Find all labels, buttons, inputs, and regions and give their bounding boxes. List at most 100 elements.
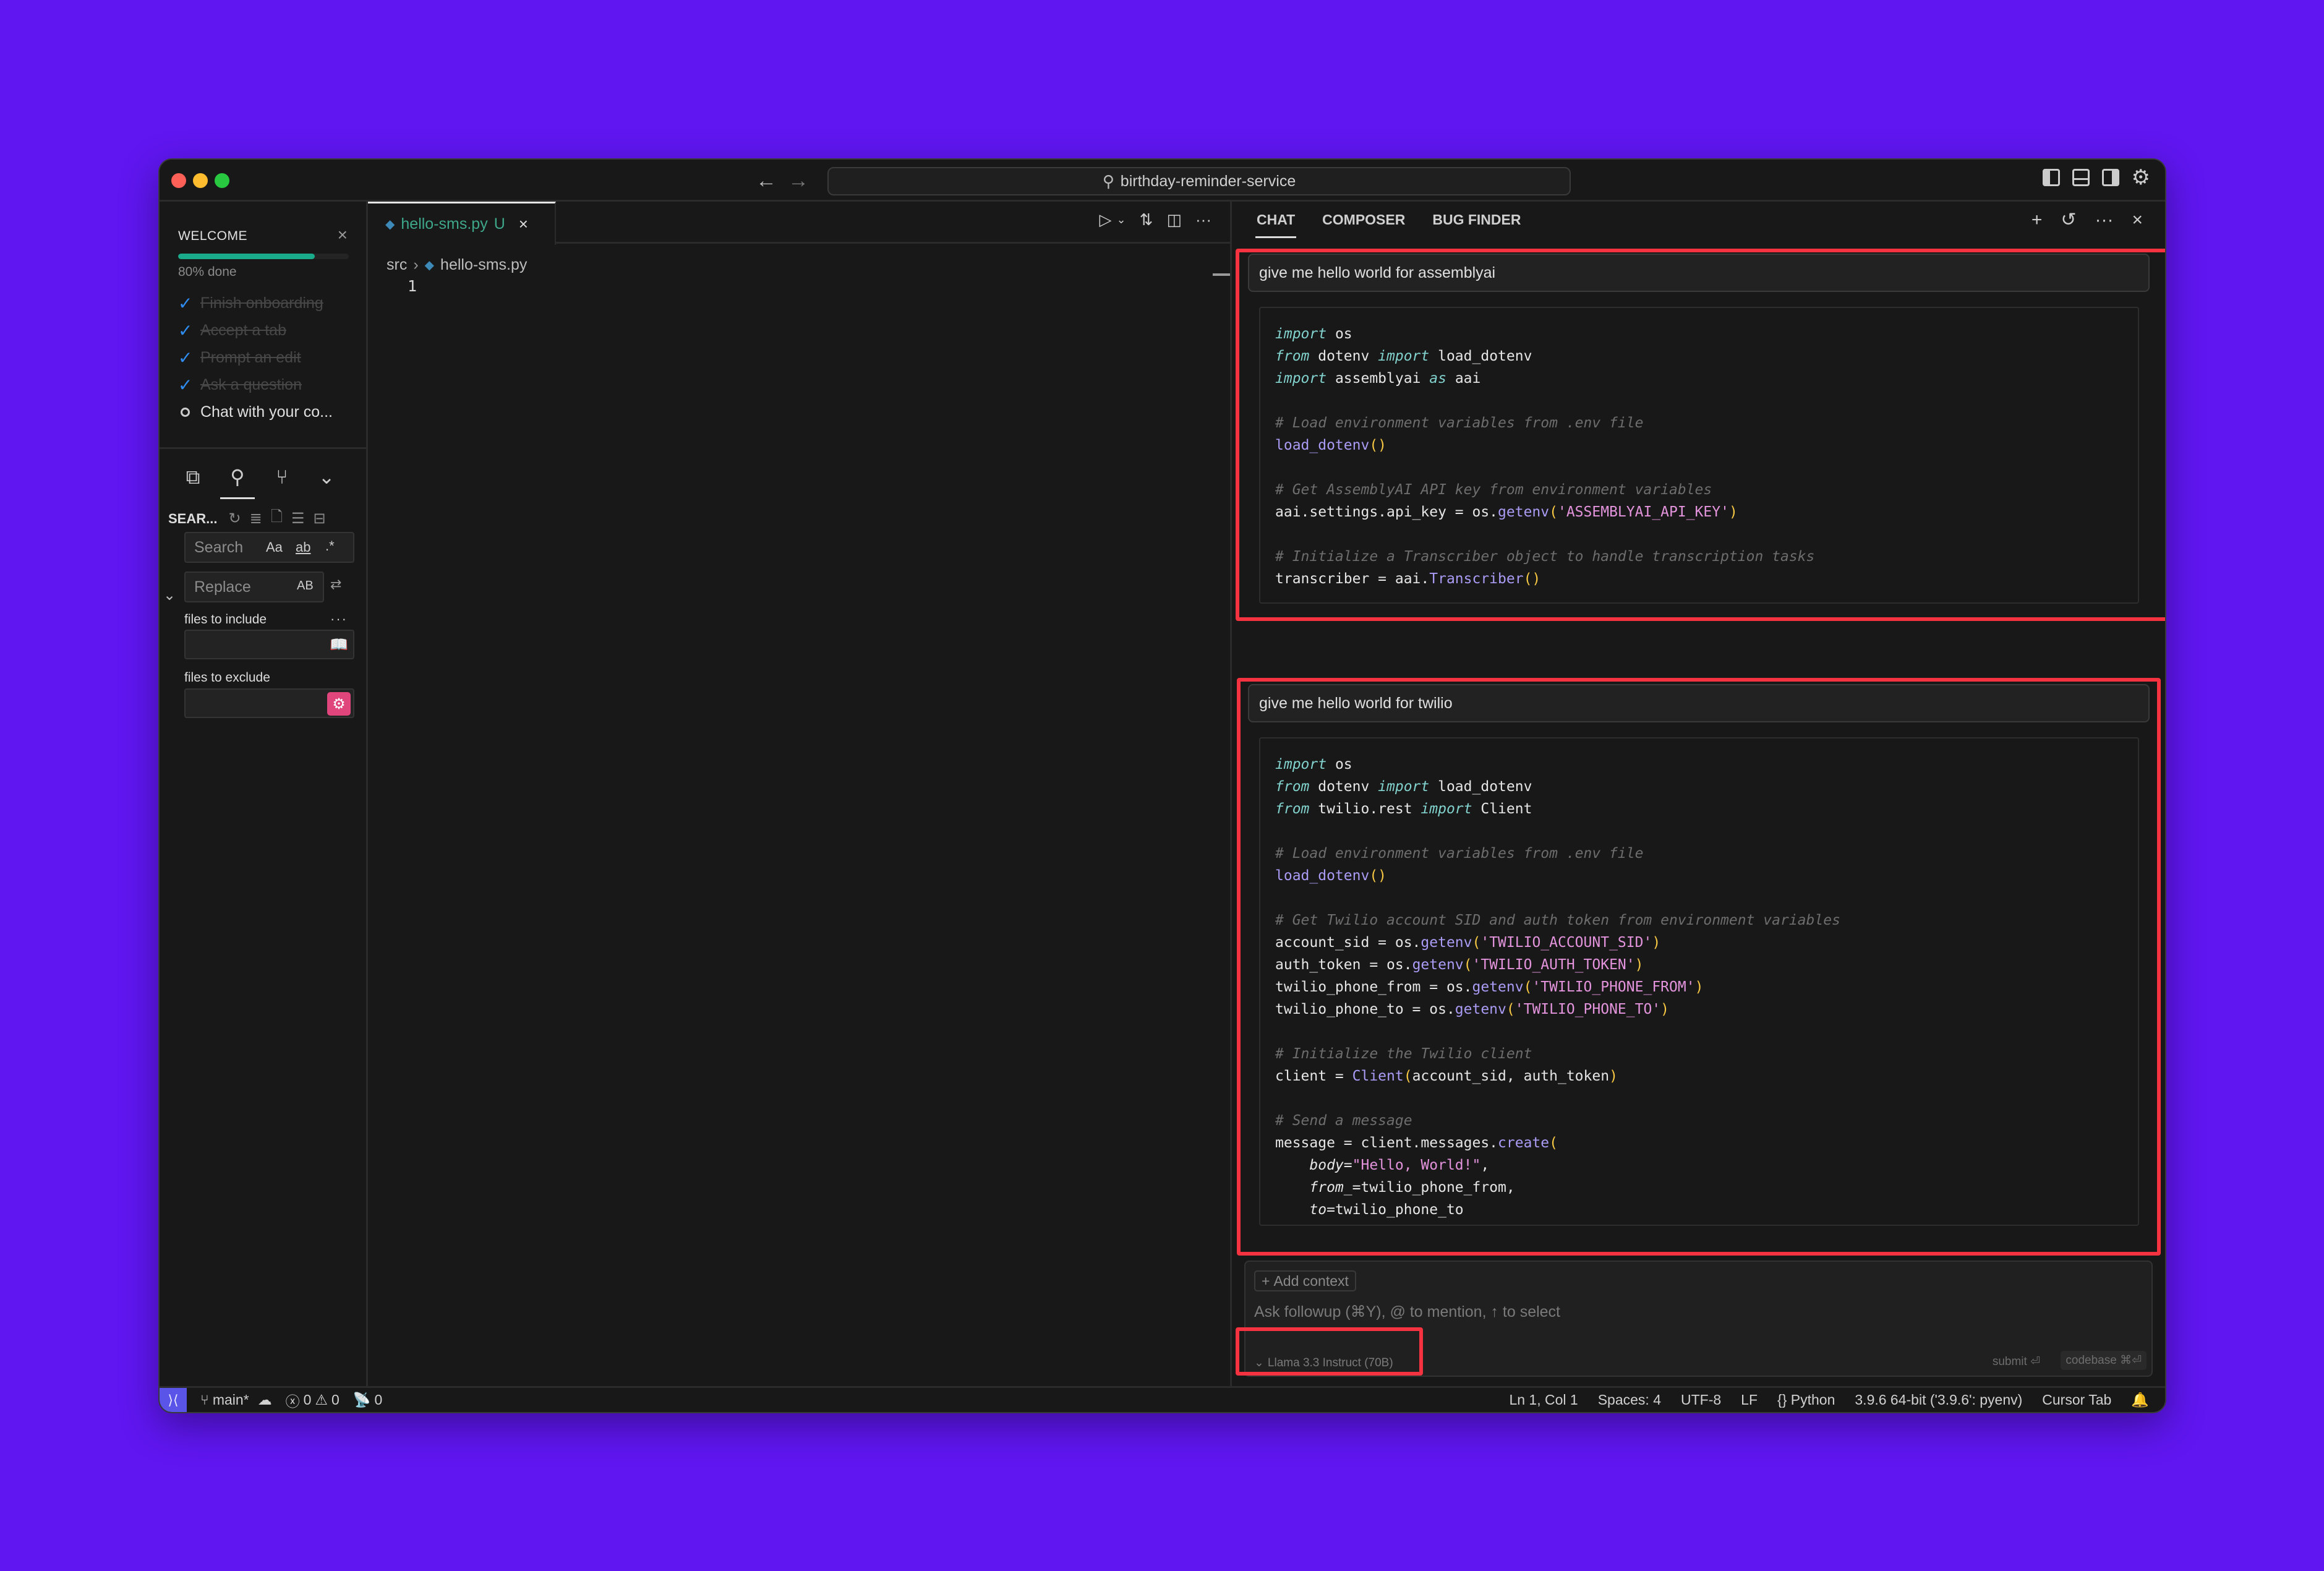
- command-center-search[interactable]: ⚲ birthday-reminder-service: [827, 167, 1571, 195]
- close-icon[interactable]: ×: [338, 225, 348, 245]
- open-editors-only-icon[interactable]: 📖: [330, 636, 348, 654]
- explorer-icon[interactable]: ⧉: [183, 464, 203, 489]
- toggle-panel-icon[interactable]: [2072, 169, 2090, 186]
- new-search-editor-icon[interactable]: 🗋: [271, 506, 283, 531]
- replace-all-icon[interactable]: ⇄: [330, 576, 341, 593]
- indentation[interactable]: Spaces: 4: [1598, 1392, 1661, 1408]
- refresh-icon[interactable]: ↻: [228, 510, 241, 528]
- bell-icon[interactable]: 🔔: [2131, 1392, 2149, 1408]
- onboarding-step[interactable]: ✓ Finish onboarding: [178, 289, 333, 317]
- toggle-replace-chevron-icon[interactable]: ⌄: [163, 586, 176, 604]
- remote-indicator[interactable]: ⟩⟨: [160, 1388, 187, 1412]
- ports-indicator[interactable]: 📡 0: [353, 1392, 382, 1408]
- onboarding-step[interactable]: ✓ Accept a tab: [178, 317, 333, 344]
- python-file-icon: ◆: [424, 259, 435, 272]
- encoding[interactable]: UTF-8: [1681, 1392, 1721, 1408]
- code-line: # Get AssemblyAI API key from environmen…: [1275, 482, 1712, 498]
- onboarding-steps: ✓ Finish onboarding ✓ Accept a tab ✓ Prompt a…: [178, 289, 333, 426]
- run-dropdown-chevron-icon[interactable]: ⌄: [1117, 213, 1126, 226]
- files-to-include-input[interactable]: 📖: [184, 630, 354, 659]
- add-context-button[interactable]: + Add context: [1254, 1270, 1356, 1291]
- step-label: Chat with your co...: [200, 403, 333, 421]
- line-ending[interactable]: LF: [1741, 1392, 1758, 1408]
- ide-window: ← → ⚲ birthday-reminder-service ⚙ WELCOM…: [158, 158, 2166, 1413]
- more-actions-icon[interactable]: ···: [1195, 210, 1211, 229]
- source-control-icon[interactable]: ⑂: [272, 464, 292, 489]
- regex-toggle[interactable]: .*: [325, 538, 335, 554]
- cursor-tab[interactable]: Cursor Tab: [2042, 1392, 2111, 1408]
- breadcrumb-file[interactable]: hello-sms.py: [440, 256, 527, 274]
- code-line: twilio_phone_from = os.getenv('TWILIO_PH…: [1275, 979, 1704, 995]
- onboarding-step[interactable]: ✓ Prompt an edit: [178, 344, 333, 371]
- gear-icon[interactable]: ⚙: [2132, 167, 2150, 188]
- search-input[interactable]: Search Aa ab .*: [184, 532, 354, 563]
- code-line: ): [1275, 1221, 2138, 1225]
- run-icon[interactable]: ▷: [1100, 210, 1112, 229]
- onboarding-step[interactable]: Chat with your co...: [178, 398, 333, 426]
- branch-indicator[interactable]: ⑂ main* ☁: [200, 1392, 272, 1408]
- cursor-position[interactable]: Ln 1, Col 1: [1509, 1392, 1578, 1408]
- search-icon[interactable]: ⚲: [220, 464, 255, 499]
- language-label: Python: [1790, 1392, 1835, 1408]
- problems-indicator[interactable]: ⓧ 0 ⚠ 0: [286, 1390, 340, 1411]
- match-case-toggle[interactable]: Aa: [266, 539, 283, 555]
- compare-changes-icon[interactable]: ⇅: [1140, 210, 1153, 229]
- python-interpreter[interactable]: 3.9.6 64-bit ('3.9.6': pyenv): [1855, 1392, 2022, 1408]
- files-to-exclude-input[interactable]: ⚙: [184, 688, 354, 718]
- model-name: Llama 3.3 Instruct (70B): [1267, 1356, 1393, 1369]
- close-tab-icon[interactable]: ×: [519, 215, 528, 234]
- forward-arrow-icon[interactable]: →: [788, 168, 809, 193]
- maximize-window-button[interactable]: [215, 173, 229, 188]
- clear-results-icon[interactable]: ≣: [250, 510, 262, 528]
- toggle-secondary-sidebar-icon[interactable]: [2101, 169, 2119, 186]
- collapse-all-icon[interactable]: ⊟: [314, 510, 326, 528]
- add-context-label: Add context: [1273, 1272, 1349, 1289]
- chevron-down-icon[interactable]: ⌄: [317, 464, 336, 489]
- tab-bug-finder[interactable]: BUG FINDER: [1432, 212, 1521, 236]
- view-as-tree-icon[interactable]: ☰: [291, 510, 305, 528]
- split-editor-icon[interactable]: ◫: [1166, 210, 1182, 229]
- submit-button[interactable]: submit ⏎: [1993, 1355, 2040, 1369]
- toggle-primary-sidebar-icon[interactable]: [2042, 169, 2060, 186]
- minimize-window-button[interactable]: [193, 173, 208, 188]
- whole-word-toggle[interactable]: ab: [296, 539, 310, 555]
- close-window-button[interactable]: [171, 173, 186, 188]
- onboarding-progress-bar: [178, 254, 349, 259]
- preserve-case-toggle[interactable]: AB: [297, 579, 314, 593]
- more-options-icon[interactable]: ···: [330, 611, 348, 627]
- checkmark-icon: ✓: [178, 320, 193, 340]
- tab-chat[interactable]: CHAT: [1255, 212, 1297, 238]
- new-chat-icon[interactable]: +: [2031, 210, 2043, 231]
- chat-actions: + ↺ ··· ×: [2031, 209, 2143, 231]
- breadcrumb-folder[interactable]: src: [387, 256, 407, 274]
- followup-input[interactable]: Ask followup (⌘Y), @ to mention, ↑ to se…: [1254, 1303, 1560, 1321]
- tab-composer[interactable]: COMPOSER: [1322, 212, 1405, 236]
- braces-icon: {}: [1777, 1392, 1787, 1408]
- codebase-submit-button[interactable]: codebase ⌘⏎: [2061, 1351, 2147, 1370]
- tab-hello-sms[interactable]: ◆ hello-sms.py U ×: [368, 202, 556, 245]
- back-arrow-icon[interactable]: ←: [756, 168, 777, 193]
- files-to-include-label: files to include: [184, 612, 267, 627]
- editor-area: ◆ hello-sms.py U × ▷ ⌄ ⇅ ◫ ··· src › ◆ h…: [368, 202, 1232, 1386]
- user-message[interactable]: give me hello world for assemblyai: [1248, 254, 2150, 292]
- onboarding-step[interactable]: ✓ Ask a question: [178, 371, 333, 398]
- progress-fill: [178, 254, 315, 259]
- history-icon[interactable]: ↺: [2061, 209, 2076, 231]
- breadcrumb: src › ◆ hello-sms.py: [387, 256, 527, 274]
- cloud-upload-icon[interactable]: ☁: [258, 1392, 272, 1408]
- use-exclude-settings-icon[interactable]: ⚙: [327, 692, 351, 716]
- chat-panel: CHAT COMPOSER BUG FINDER + ↺ ··· × give me…: [1232, 202, 2165, 1386]
- step-label: Accept a tab: [200, 321, 286, 339]
- close-panel-icon[interactable]: ×: [2132, 210, 2143, 231]
- circle-icon: [178, 407, 200, 417]
- replace-input[interactable]: Replace AB: [184, 571, 324, 602]
- user-prompt-text: give me hello world for twilio: [1259, 694, 1453, 712]
- more-icon[interactable]: ···: [2095, 210, 2113, 231]
- model-selector[interactable]: ⌄ Llama 3.3 Instruct (70B): [1254, 1356, 1393, 1370]
- user-message[interactable]: give me hello world for twilio: [1248, 684, 2150, 722]
- git-branch-icon: ⑂: [200, 1392, 209, 1408]
- language-mode[interactable]: {} Python: [1777, 1392, 1835, 1408]
